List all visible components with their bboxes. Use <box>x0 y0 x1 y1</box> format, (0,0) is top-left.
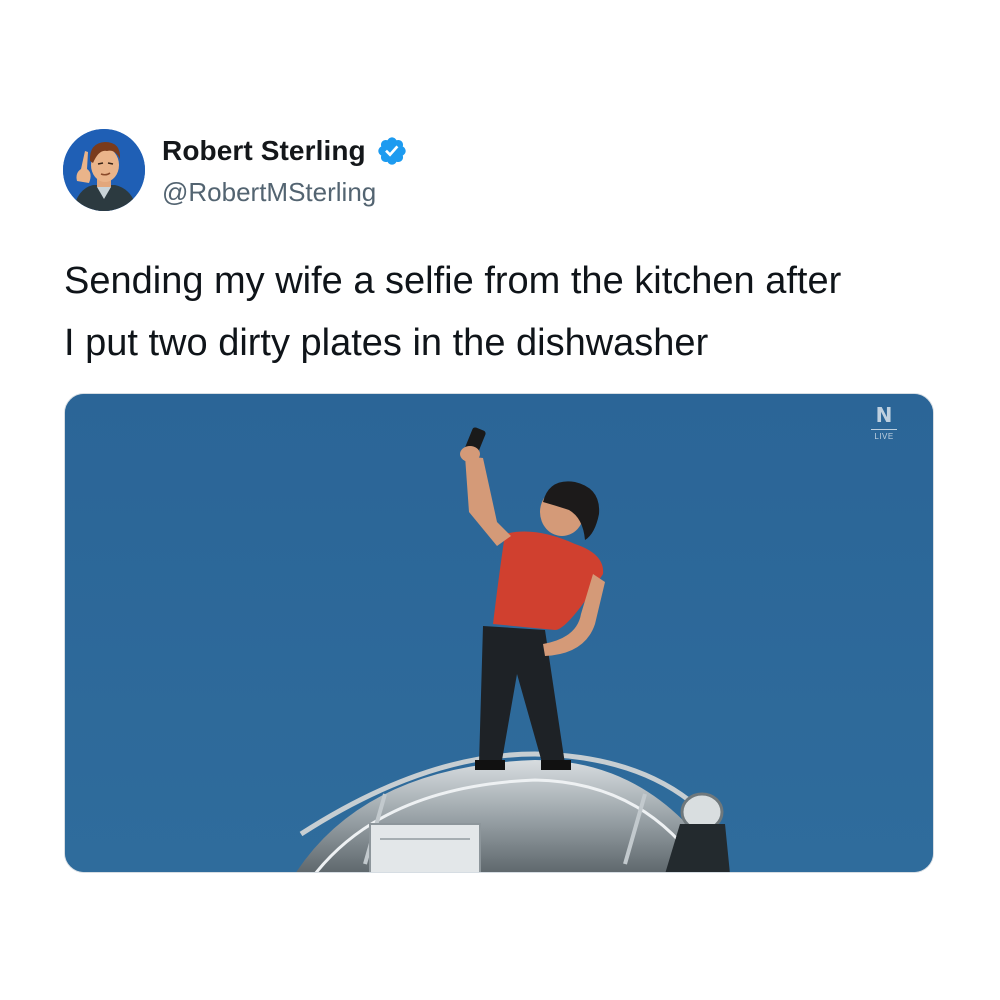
man-on-rooftop-selfie-image <box>65 394 933 872</box>
author-name-row: Robert Sterling <box>162 131 408 171</box>
tweet-media-image[interactable]: N LIVE <box>64 393 934 873</box>
live-watermark: N LIVE <box>869 404 899 441</box>
author-handle[interactable]: @RobertMSterling <box>162 177 376 208</box>
tweet-text: Sending my wife a selfie from the kitche… <box>64 260 842 364</box>
cartoon-man-avatar-icon <box>63 129 145 211</box>
verified-badge-icon <box>376 135 408 167</box>
watermark-divider <box>871 429 897 430</box>
author-display-name[interactable]: Robert Sterling <box>162 135 366 167</box>
tweet-card: Robert Sterling @RobertMSterling Sending… <box>0 0 1000 1000</box>
author-avatar[interactable] <box>63 129 145 211</box>
watermark-live-label: LIVE <box>874 432 894 441</box>
watermark-logo: N <box>875 403 893 427</box>
